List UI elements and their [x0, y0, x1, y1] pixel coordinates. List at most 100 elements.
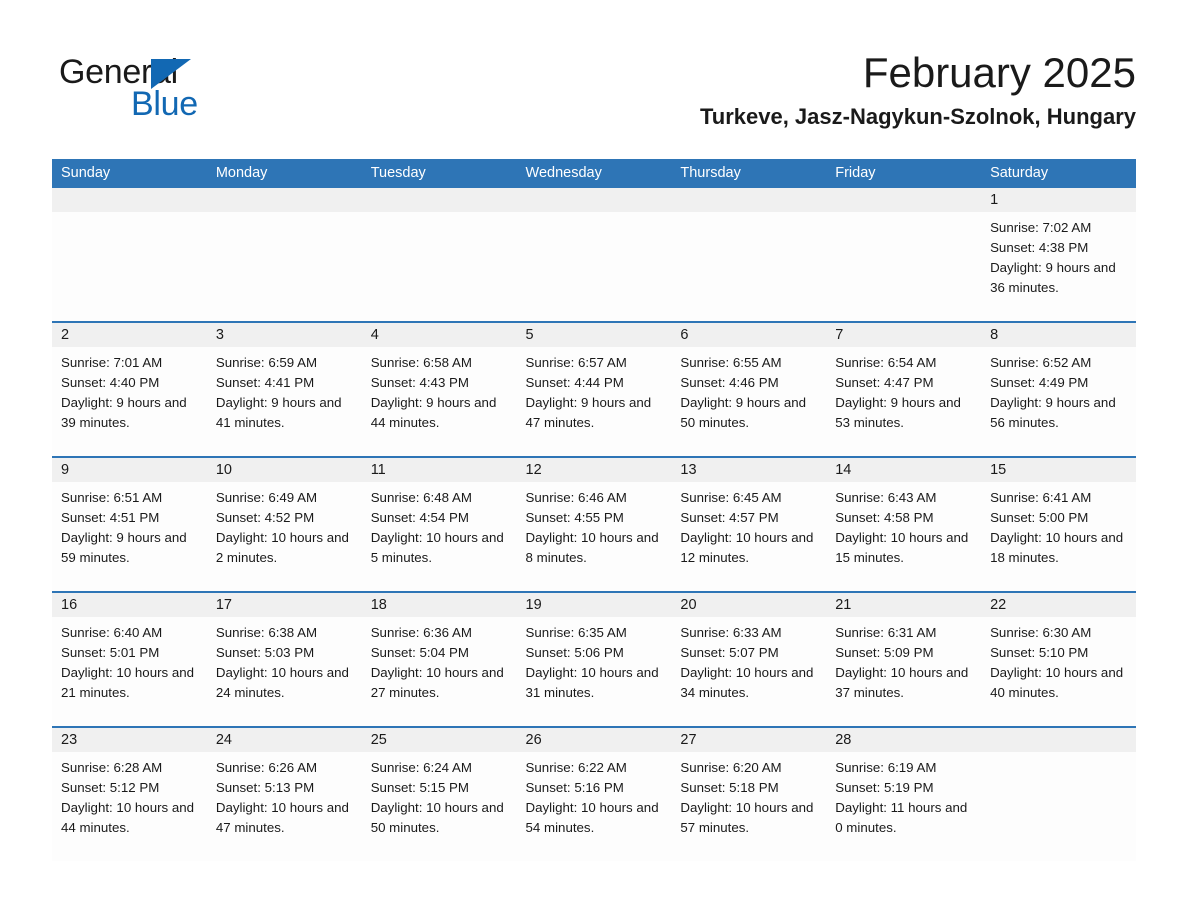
sunrise-text: Sunrise: 6:46 AM: [525, 490, 627, 505]
daylight-text: Daylight: 10 hours and 40 minutes.: [990, 665, 1124, 700]
sunset-text: Sunset: 4:38 PM: [990, 240, 1089, 255]
calendar-empty-cell: [671, 188, 827, 322]
day-number: 25: [361, 728, 517, 752]
daylight-text: Daylight: 10 hours and 5 minutes.: [370, 530, 504, 565]
sunset-text: Sunset: 4:46 PM: [680, 375, 779, 390]
day-number: [206, 188, 362, 212]
calendar-day-cell[interactable]: 4 Sunrise: 6:58 AM Sunset: 4:43 PM Daylight…: [361, 321, 517, 457]
day-sun-info: Sunrise: 6:30 AM Sunset: 5:10 PM Daylight:…: [981, 617, 1136, 703]
daylight-text: Daylight: 10 hours and 21 minutes.: [61, 665, 195, 700]
sunrise-text: Sunrise: 6:41 AM: [990, 490, 1092, 505]
sunset-text: Sunset: 5:18 PM: [680, 780, 779, 795]
sunset-text: Sunset: 5:16 PM: [525, 780, 624, 795]
day-number: 12: [516, 458, 672, 482]
day-sun-info: Sunrise: 6:33 AM Sunset: 5:07 PM Daylight:…: [671, 617, 826, 703]
day-number: 24: [206, 728, 362, 752]
daylight-text: Daylight: 9 hours and 39 minutes.: [61, 395, 187, 430]
calendar-day-cell[interactable]: 9 Sunrise: 6:51 AM Sunset: 4:51 PM Daylight…: [52, 456, 207, 592]
sunrise-text: Sunrise: 6:43 AM: [835, 490, 937, 505]
day-number: [826, 188, 982, 212]
day-number: 9: [52, 458, 207, 482]
daylight-text: Daylight: 9 hours and 50 minutes.: [680, 395, 807, 430]
calendar-day-cell[interactable]: 28 Sunrise: 6:19 AM Sunset: 5:19 PM Dayligh…: [826, 726, 982, 861]
day-sun-info: Sunrise: 7:01 AM Sunset: 4:40 PM Daylight:…: [52, 347, 207, 433]
calendar-day-cell[interactable]: 15 Sunrise: 6:41 AM Sunset: 5:00 PM Dayligh…: [981, 456, 1136, 592]
daylight-text: Daylight: 10 hours and 12 minutes.: [680, 530, 814, 565]
sunrise-text: Sunrise: 6:33 AM: [680, 625, 782, 640]
calendar-week-row: 9 Sunrise: 6:51 AM Sunset: 4:51 PM Daylight…: [52, 456, 1136, 592]
sunset-text: Sunset: 5:13 PM: [215, 780, 315, 795]
calendar-day-cell[interactable]: 24 Sunrise: 6:26 AM Sunset: 5:13 PM Dayligh…: [206, 726, 362, 861]
calendar-empty-cell: [361, 188, 517, 322]
day-sun-info: Sunrise: 6:52 AM Sunset: 4:49 PM Daylight:…: [981, 347, 1136, 433]
sunrise-text: Sunrise: 6:52 AM: [990, 355, 1092, 370]
calendar-day-cell[interactable]: 19 Sunrise: 6:35 AM Sunset: 5:06 PM Dayligh…: [516, 591, 672, 727]
sunrise-text: Sunrise: 6:59 AM: [215, 355, 318, 370]
calendar-day-cell[interactable]: 13 Sunrise: 6:45 AM Sunset: 4:57 PM Dayligh…: [671, 456, 827, 592]
sunset-text: Sunset: 4:49 PM: [990, 375, 1089, 390]
calendar-empty-cell: [206, 188, 362, 322]
calendar-day-cell[interactable]: 17 Sunrise: 6:38 AM Sunset: 5:03 PM Dayligh…: [206, 591, 362, 727]
calendar-day-cell[interactable]: 23 Sunrise: 6:28 AM Sunset: 5:12 PM Dayligh…: [52, 726, 207, 861]
daylight-text: Daylight: 10 hours and 37 minutes.: [835, 665, 969, 700]
calendar-day-cell[interactable]: 22 Sunrise: 6:30 AM Sunset: 5:10 PM Dayligh…: [981, 591, 1136, 727]
weekday-header-thursday: Thursday: [671, 159, 827, 188]
calendar-day-cell[interactable]: 27 Sunrise: 6:20 AM Sunset: 5:18 PM Dayligh…: [671, 726, 827, 861]
daylight-text: Daylight: 10 hours and 15 minutes.: [835, 530, 969, 565]
calendar-day-cell[interactable]: 16 Sunrise: 6:40 AM Sunset: 5:01 PM Dayligh…: [52, 591, 207, 727]
calendar-week-row: 2 Sunrise: 7:01 AM Sunset: 4:40 PM Daylight…: [52, 321, 1136, 457]
calendar-day-cell[interactable]: 6 Sunrise: 6:55 AM Sunset: 4:46 PM Daylight…: [671, 321, 827, 457]
calendar-day-cell[interactable]: 5 Sunrise: 6:57 AM Sunset: 4:44 PM Daylight…: [516, 321, 672, 457]
sunrise-text: Sunrise: 7:01 AM: [61, 355, 163, 370]
daylight-text: Daylight: 10 hours and 8 minutes.: [525, 530, 659, 565]
weekday-header-wednesday: Wednesday: [516, 159, 672, 188]
day-number: 26: [516, 728, 672, 752]
day-number: 19: [516, 593, 672, 617]
calendar-day-cell[interactable]: 1 Sunrise: 7:02 AM Sunset: 4:38 PM Daylight…: [981, 188, 1136, 322]
day-number: 7: [826, 323, 982, 347]
sunrise-text: Sunrise: 6:51 AM: [61, 490, 163, 505]
day-sun-info: Sunrise: 6:38 AM Sunset: 5:03 PM Daylight:…: [207, 617, 362, 703]
sunset-text: Sunset: 4:52 PM: [215, 510, 315, 525]
weekday-header-saturday: Saturday: [981, 159, 1136, 188]
day-number: [361, 188, 517, 212]
calendar-day-cell[interactable]: 25 Sunrise: 6:24 AM Sunset: 5:15 PM Dayligh…: [361, 726, 517, 861]
calendar-day-cell[interactable]: 11 Sunrise: 6:48 AM Sunset: 4:54 PM Dayligh…: [361, 456, 517, 592]
daylight-text: Daylight: 10 hours and 27 minutes.: [370, 665, 504, 700]
brand-logo[interactable]: General Blue: [59, 55, 319, 125]
calendar-day-cell[interactable]: 14 Sunrise: 6:43 AM Sunset: 4:58 PM Dayligh…: [826, 456, 982, 592]
calendar-day-cell[interactable]: 3 Sunrise: 6:59 AM Sunset: 4:41 PM Daylight…: [206, 321, 362, 457]
sunrise-text: Sunrise: 6:57 AM: [525, 355, 627, 370]
calendar-day-cell[interactable]: 20 Sunrise: 6:33 AM Sunset: 5:07 PM Dayligh…: [671, 591, 827, 727]
day-number: 17: [206, 593, 362, 617]
sunrise-text: Sunrise: 6:20 AM: [680, 760, 782, 775]
day-sun-info: Sunrise: 6:36 AM Sunset: 5:04 PM Daylight:…: [362, 617, 517, 703]
calendar-day-cell[interactable]: 10 Sunrise: 6:49 AM Sunset: 4:52 PM Dayligh…: [206, 456, 362, 592]
day-number: 20: [671, 593, 827, 617]
calendar-day-cell[interactable]: 18 Sunrise: 6:36 AM Sunset: 5:04 PM Dayligh…: [361, 591, 517, 727]
daylight-text: Daylight: 9 hours and 56 minutes.: [990, 395, 1116, 430]
day-number: 18: [361, 593, 517, 617]
sunrise-text: Sunrise: 6:28 AM: [61, 760, 163, 775]
day-sun-info: Sunrise: 6:54 AM Sunset: 4:47 PM Daylight:…: [826, 347, 981, 433]
calendar-day-cell[interactable]: 21 Sunrise: 6:31 AM Sunset: 5:09 PM Dayligh…: [826, 591, 982, 727]
day-number: 28: [826, 728, 982, 752]
sunset-text: Sunset: 5:15 PM: [370, 780, 469, 795]
day-sun-info: Sunrise: 7:02 AM Sunset: 4:38 PM Daylight:…: [981, 212, 1136, 298]
calendar-day-cell[interactable]: 7 Sunrise: 6:54 AM Sunset: 4:47 PM Daylight…: [826, 321, 982, 457]
calendar-day-cell[interactable]: 12 Sunrise: 6:46 AM Sunset: 4:55 PM Dayligh…: [516, 456, 672, 592]
sunset-text: Sunset: 4:44 PM: [525, 375, 624, 390]
sunset-text: Sunset: 5:10 PM: [990, 645, 1089, 660]
calendar-body: 1 Sunrise: 7:02 AM Sunset: 4:38 PM Daylight…: [52, 188, 1136, 861]
calendar-empty-cell: [52, 188, 207, 322]
calendar-day-cell[interactable]: 26 Sunrise: 6:22 AM Sunset: 5:16 PM Dayligh…: [516, 726, 672, 861]
daylight-text: Daylight: 10 hours and 47 minutes.: [215, 800, 349, 835]
daylight-text: Daylight: 10 hours and 18 minutes.: [990, 530, 1124, 565]
day-number: 10: [206, 458, 362, 482]
day-sun-info: Sunrise: 6:48 AM Sunset: 4:54 PM Daylight:…: [362, 482, 517, 568]
calendar-day-cell[interactable]: 8 Sunrise: 6:52 AM Sunset: 4:49 PM Daylight…: [981, 321, 1136, 457]
day-number: 3: [206, 323, 362, 347]
sunset-text: Sunset: 5:00 PM: [990, 510, 1089, 525]
calendar-day-cell[interactable]: 2 Sunrise: 7:01 AM Sunset: 4:40 PM Daylight…: [52, 321, 207, 457]
location-subtitle: Turkeve, Jasz-Nagykun-Szolnok, Hungary: [699, 104, 1136, 129]
